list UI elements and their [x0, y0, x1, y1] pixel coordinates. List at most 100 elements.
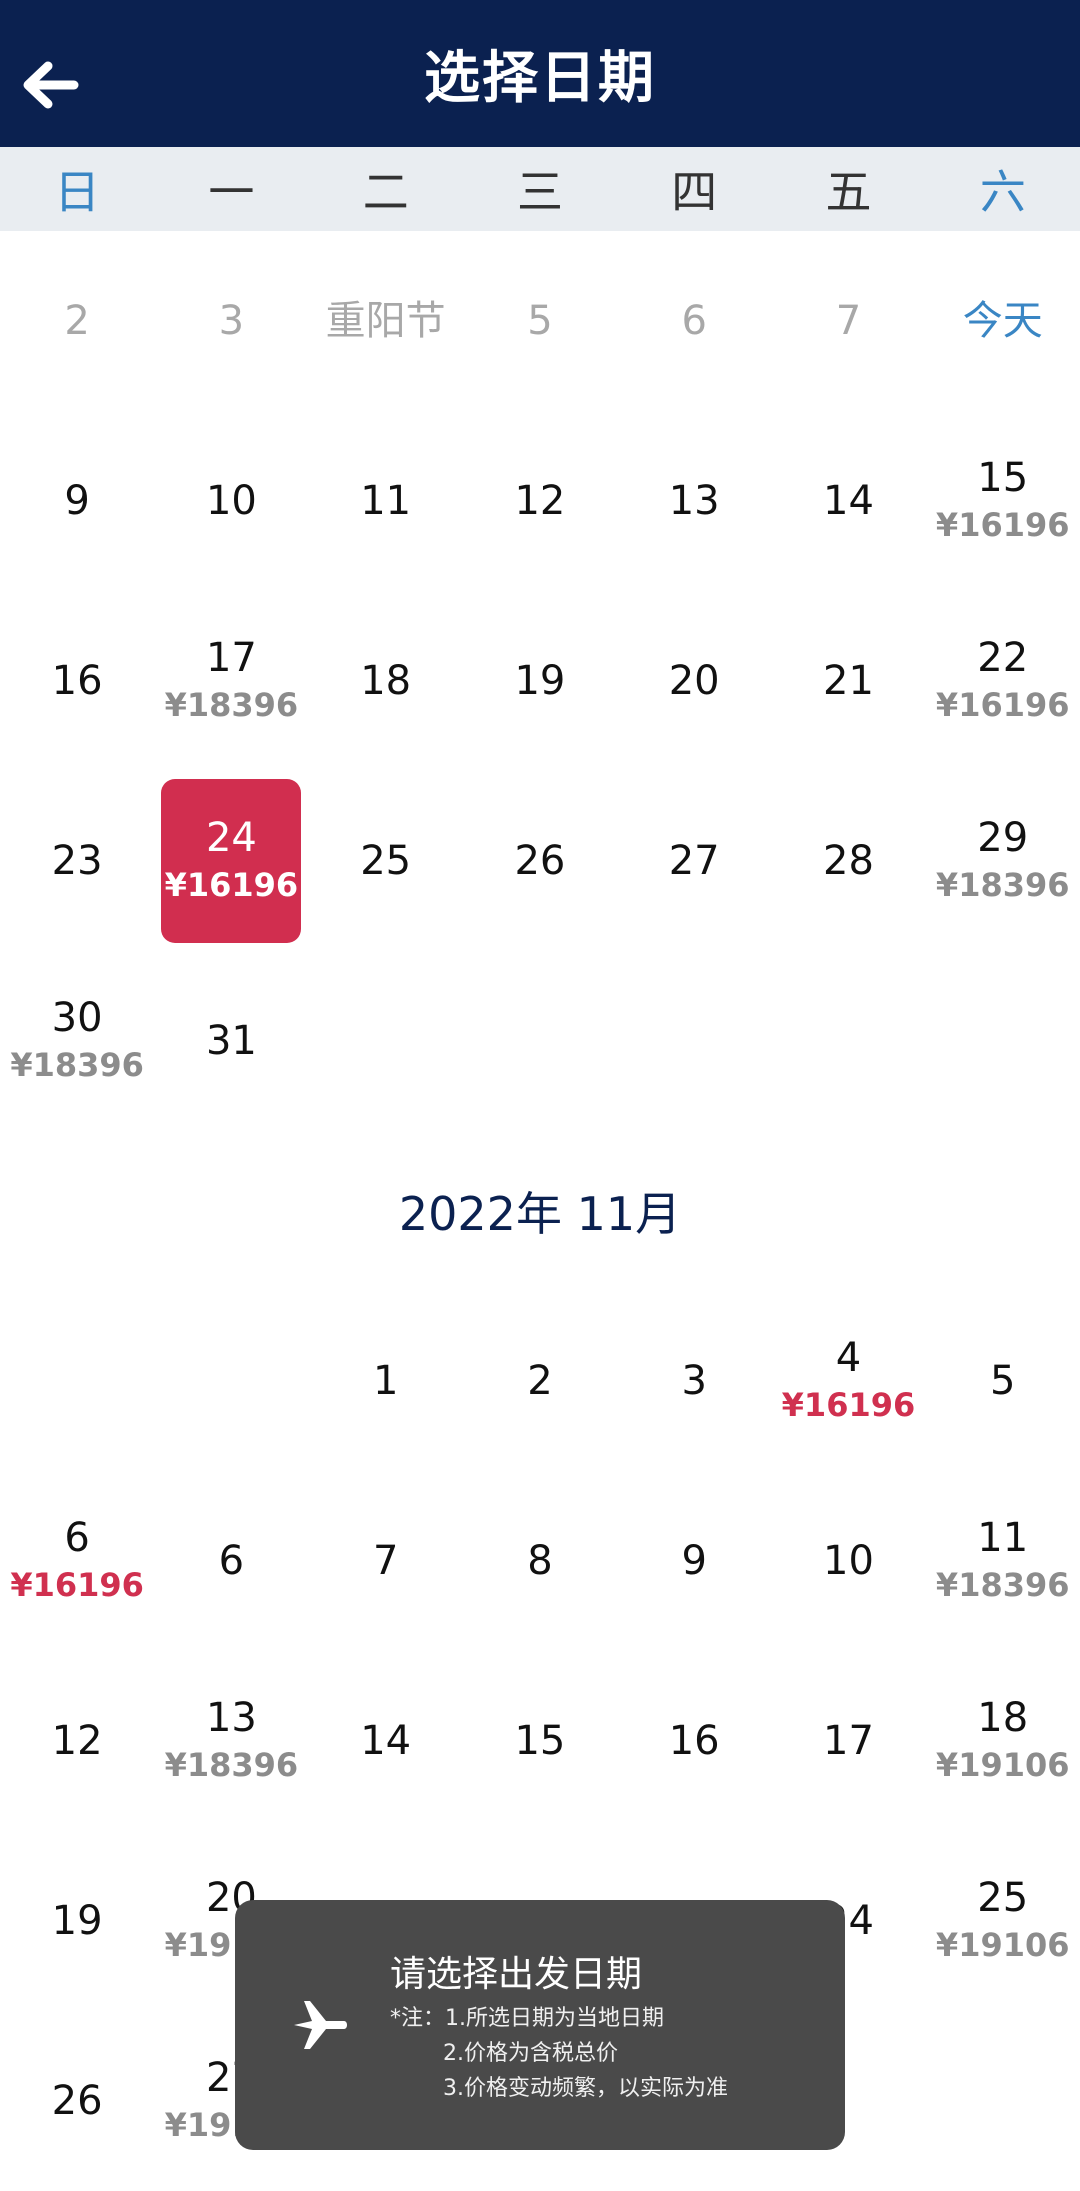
day-number: 6 [64, 1515, 90, 1561]
day-number: 12 [51, 1718, 103, 1764]
day-cell[interactable]: 27 [617, 771, 771, 951]
day-cell[interactable]: 15 [463, 1651, 617, 1831]
day-price: ¥16196 [935, 686, 1070, 724]
day-cell[interactable]: 28 [771, 771, 925, 951]
day-cell[interactable]: 9 [0, 411, 154, 591]
day-number: 30 [51, 995, 103, 1041]
day-cell[interactable]: 10 [154, 411, 308, 591]
day-cell: 7 [771, 231, 925, 411]
day-cell[interactable]: 11 ¥18396 [926, 1471, 1080, 1651]
day-cell[interactable]: 19 [0, 1831, 154, 2011]
day-cell[interactable]: 17 [771, 1651, 925, 1831]
day-cell: 5 [463, 231, 617, 411]
month-october: 2 3 重阳节 5 6 7 今天 9 10 11 12 13 14 15 ¥16196 16 17 ¥18396 1… [0, 231, 1080, 1131]
day-cell[interactable]: 6 [154, 1471, 308, 1651]
day-cell[interactable]: 11 [309, 411, 463, 591]
empty-day-cell [463, 951, 617, 1131]
day-number: 16 [51, 658, 103, 704]
day-cell[interactable]: 29 ¥18396 [926, 771, 1080, 951]
day-cell[interactable]: 15 ¥16196 [926, 411, 1080, 591]
day-price: ¥18396 [10, 1046, 144, 1084]
day-number: 24 [205, 815, 257, 861]
day-cell[interactable]: 3 [617, 1291, 771, 1471]
calendar-week: 23 24 ¥16196 25 26 27 28 29 ¥18396 [0, 771, 1080, 951]
toast-note-2: 2.价格为含税总价 [443, 2041, 618, 2066]
day-cell[interactable]: 16 [617, 1651, 771, 1831]
day-number: 13 [205, 1695, 257, 1741]
calendar-week: 1 2 3 4 ¥16196 5 [0, 1291, 1080, 1471]
airplane-icon [294, 2001, 347, 2049]
day-cell[interactable]: 14 [771, 411, 925, 591]
weekday-mon: 一 [208, 165, 255, 219]
day-number: 26 [514, 838, 566, 884]
weekday-header: 日 一 二 三 四 五 六 [0, 147, 1080, 231]
day-cell[interactable]: 7 [309, 1471, 463, 1651]
day-number: 12 [514, 478, 566, 524]
day-number: 20 [668, 658, 720, 704]
selected-day-cell[interactable]: 24 ¥16196 [154, 771, 308, 951]
day-cell[interactable]: 4 ¥16196 [771, 1291, 925, 1471]
weekday-wed: 三 [516, 165, 563, 219]
day-cell: 6 [617, 231, 771, 411]
day-number: 2 [527, 1358, 553, 1404]
day-price: ¥16196 [10, 1566, 144, 1604]
day-cell[interactable]: 8 [463, 1471, 617, 1651]
day-cell[interactable]: 10 [771, 1471, 925, 1651]
month-title-november: 2022年 11月 [398, 1187, 682, 1241]
day-cell[interactable]: 25 [309, 771, 463, 951]
day-cell[interactable]: 31 [154, 951, 308, 1131]
day-price: ¥18396 [935, 1566, 1070, 1604]
day-cell[interactable]: 21 [771, 591, 925, 771]
day-cell[interactable]: 25 ¥19106 [926, 1831, 1080, 2011]
day-number: 6 [218, 1538, 245, 1584]
day-cell[interactable]: 12 [0, 1651, 154, 1831]
day-cell[interactable]: 17 ¥18396 [154, 591, 308, 771]
day-cell[interactable]: 26 [463, 771, 617, 951]
day-cell[interactable]: 16 [0, 591, 154, 771]
toast-note-1: *注：1.所选日期为当地日期 [390, 2006, 664, 2031]
day-cell[interactable]: 13 [617, 411, 771, 591]
day-cell[interactable]: 23 [0, 771, 154, 951]
day-cell[interactable]: 6 ¥16196 [0, 1471, 154, 1651]
day-number: 2 [64, 298, 90, 344]
day-cell[interactable]: 20 [617, 591, 771, 771]
day-cell[interactable]: 14 [309, 1651, 463, 1831]
day-cell[interactable]: 9 [617, 1471, 771, 1651]
calendar-week: 2 3 重阳节 5 6 7 今天 [0, 231, 1080, 411]
day-number: 31 [205, 1018, 257, 1064]
day-price: ¥16196 [935, 506, 1070, 544]
day-number: 4 [835, 1335, 862, 1381]
day-cell[interactable]: 1 [309, 1291, 463, 1471]
day-cell[interactable]: 13 ¥18396 [154, 1651, 308, 1831]
day-price: ¥19106 [935, 1926, 1070, 1964]
day-cell[interactable]: 18 [309, 591, 463, 771]
day-cell[interactable]: 19 [463, 591, 617, 771]
weekday-sun: 日 [54, 165, 101, 219]
weekday-sat: 六 [979, 165, 1026, 219]
calendar-week: 30 ¥18396 31 [0, 951, 1080, 1131]
day-cell[interactable]: 30 ¥18396 [0, 951, 154, 1131]
day-cell[interactable]: 5 [926, 1291, 1080, 1471]
toast-note-3: 3.价格变动频繁，以实际为准 [443, 2076, 728, 2101]
day-cell[interactable]: 26 [0, 2011, 154, 2191]
day-number: 19 [514, 658, 566, 704]
day-number: 11 [977, 1515, 1029, 1561]
day-number: 19 [51, 1898, 103, 1944]
day-number: 21 [823, 658, 874, 704]
calendar-week: 6 ¥16196 6 7 8 9 10 11 ¥18396 [0, 1471, 1080, 1651]
empty-day-cell [154, 1291, 308, 1471]
day-cell[interactable]: 18 ¥19106 [926, 1651, 1080, 1831]
day-cell[interactable]: 12 [463, 411, 617, 591]
day-number: 18 [977, 1695, 1029, 1741]
day-number: 23 [51, 838, 103, 884]
day-number: 14 [823, 478, 874, 524]
toast-message: 请选择出发日期 *注：1.所选日期为当地日期 2.价格为含税总价 3.价格变动频… [235, 1900, 845, 2150]
day-number: 5 [990, 1358, 1016, 1404]
day-cell[interactable]: 2 [463, 1291, 617, 1471]
day-price: ¥18396 [164, 1746, 299, 1784]
day-number: 29 [977, 815, 1029, 861]
today-cell[interactable]: 今天 [926, 231, 1080, 411]
day-cell[interactable]: 22 ¥16196 [926, 591, 1080, 771]
page-title: 选择日期 [424, 46, 656, 111]
day-cell: 3 [154, 231, 308, 411]
